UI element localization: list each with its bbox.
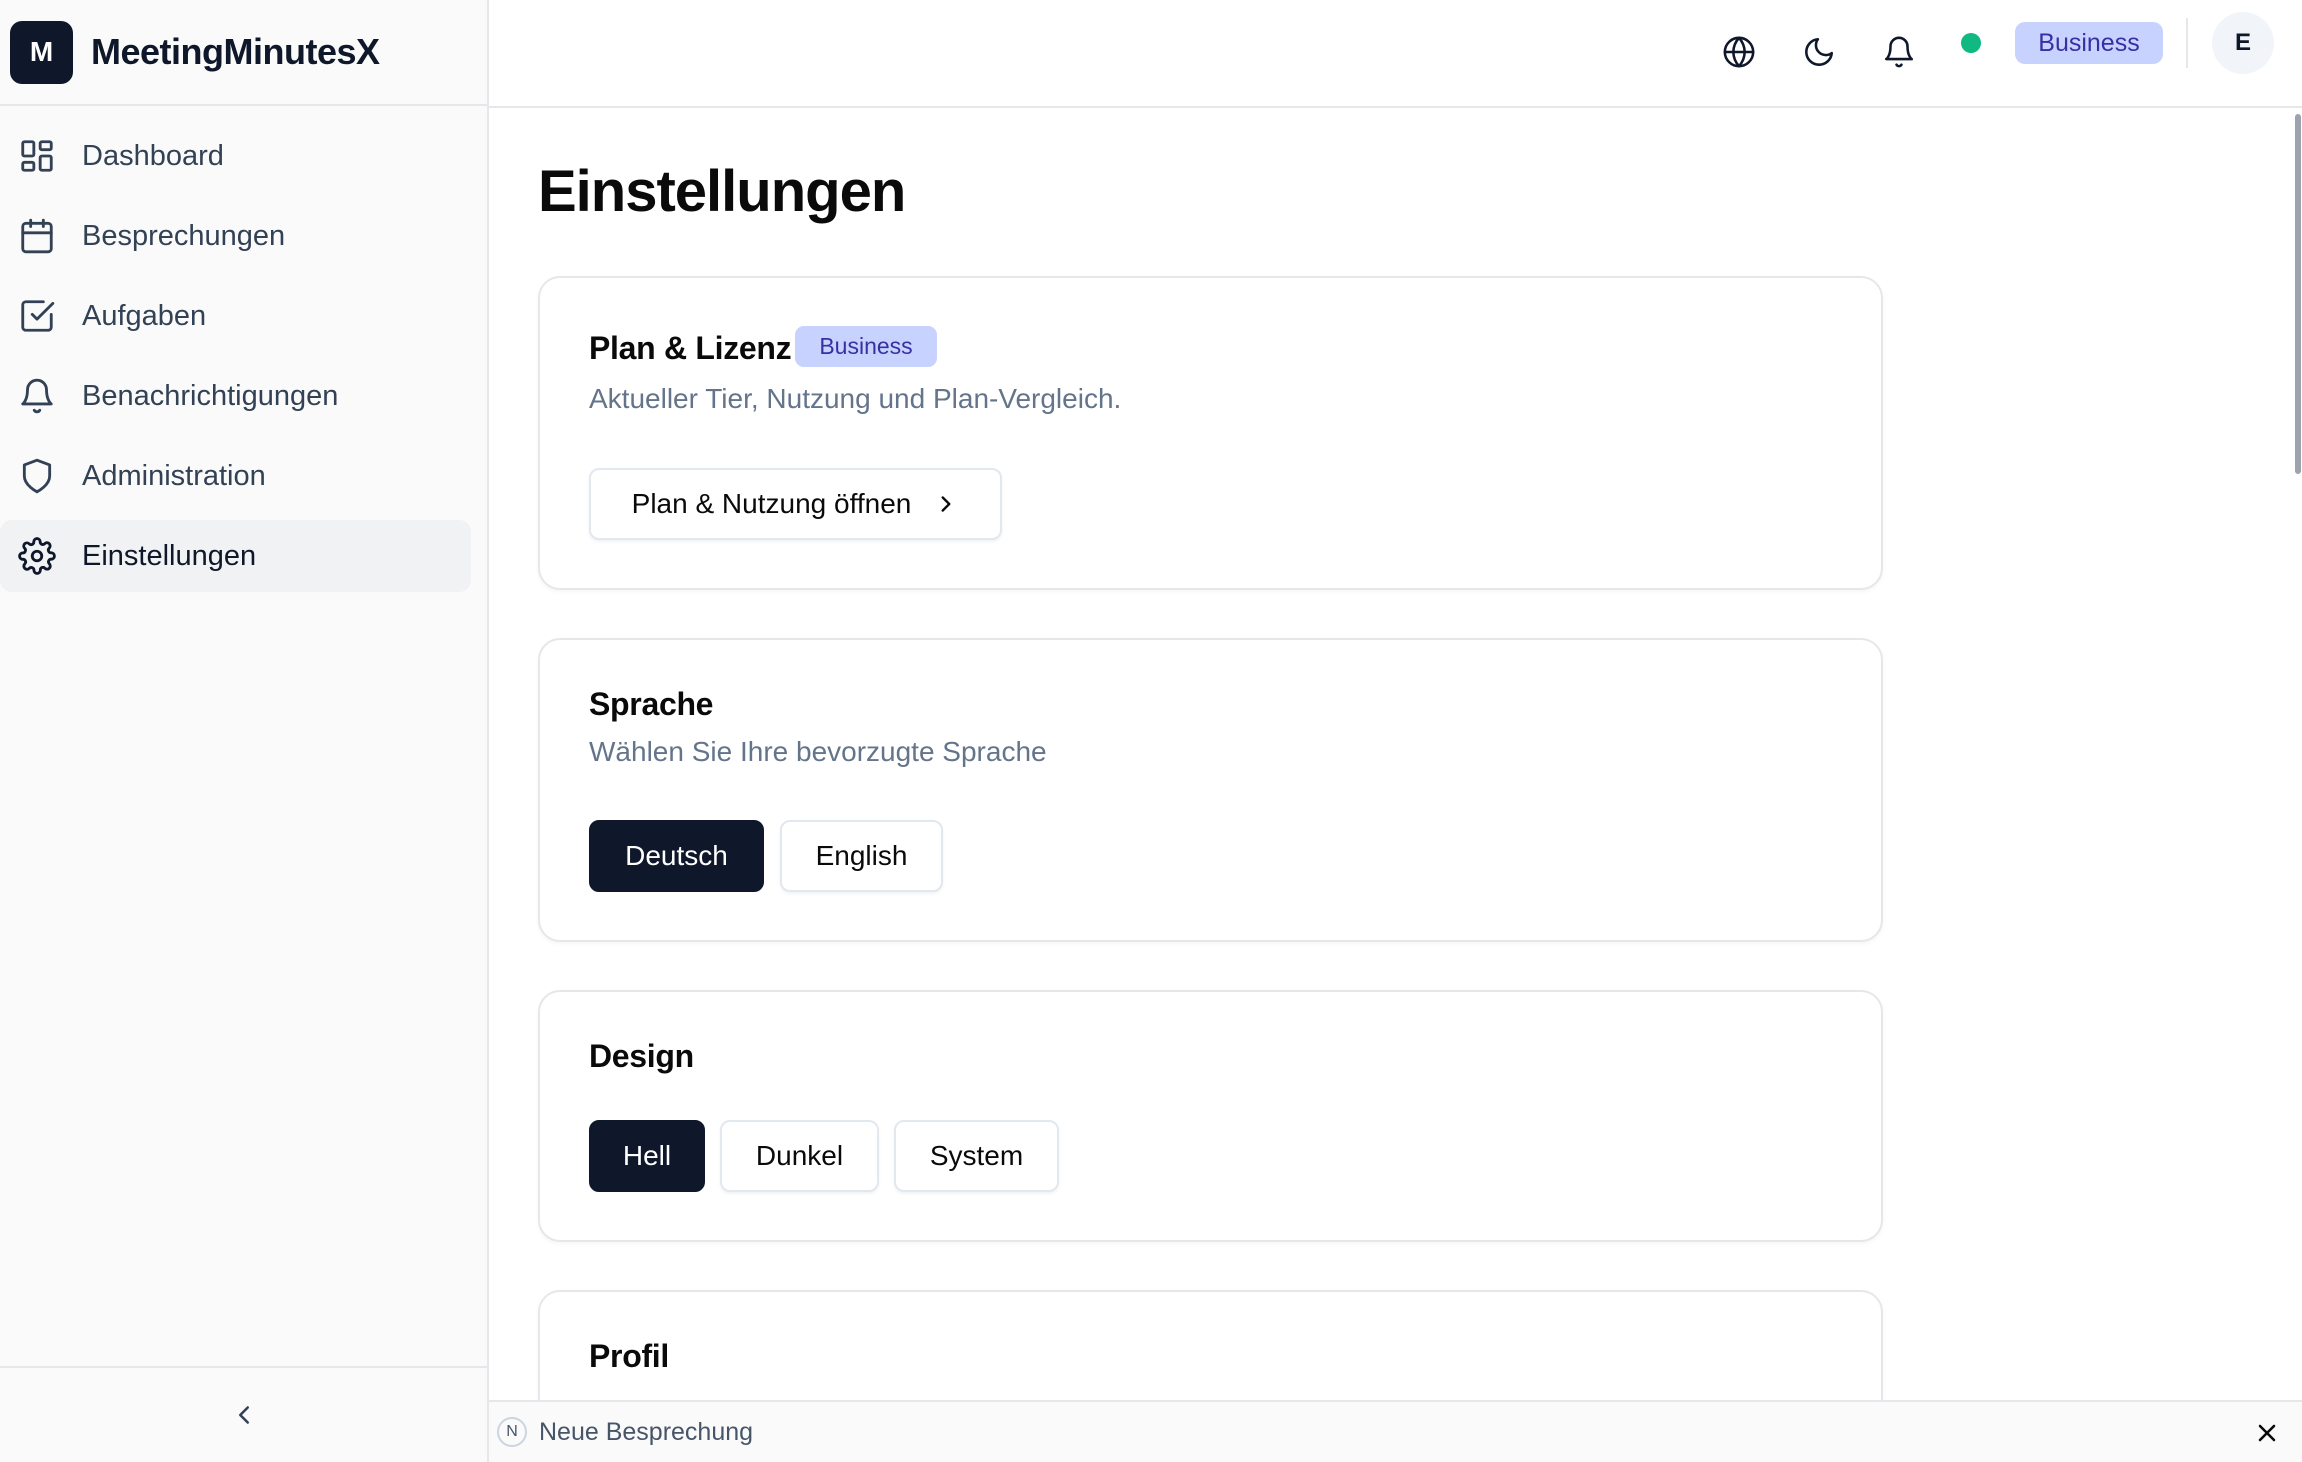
calendar-icon — [21, 218, 53, 254]
page-title: Einstellungen — [538, 159, 906, 224]
profile-card: Profil — [538, 1290, 1883, 1400]
language-card-title: Sprache — [589, 686, 714, 722]
theme-option-hell[interactable]: Hell — [589, 1120, 705, 1192]
theme-option-dunkel[interactable]: Dunkel — [720, 1120, 879, 1192]
tier-badge: Business — [795, 326, 937, 367]
check-square-icon — [21, 300, 55, 332]
sidebar-item-label: Administration — [82, 459, 266, 492]
app-name: MeetingMinutesX — [91, 31, 380, 72]
new-meeting-label[interactable]: Neue Besprechung — [539, 1418, 753, 1447]
header-divider — [2186, 18, 2188, 68]
sidebar-item-label: Besprechungen — [82, 219, 286, 252]
globe-icon — [1723, 36, 1755, 68]
shortcut-badge: N — [497, 1417, 527, 1447]
gear-icon — [18, 537, 56, 575]
top-header: Business E — [489, 0, 2302, 108]
sidebar-item-label: Aufgaben — [82, 299, 207, 332]
main-content: Einstellungen Plan & Lizenz Business Akt… — [489, 108, 2302, 1400]
design-card: Design Hell Dunkel System — [538, 990, 1883, 1242]
open-plan-usage-button[interactable]: Plan & Nutzung öffnen — [589, 468, 1002, 540]
close-button[interactable] — [2250, 1416, 2284, 1450]
close-icon — [2258, 1424, 2276, 1442]
sidebar-item-einstellungen[interactable]: Einstellungen — [0, 520, 471, 592]
design-card-title: Design — [589, 1038, 694, 1074]
scrollbar[interactable] — [2295, 114, 2301, 474]
brand-logo: M — [10, 20, 73, 84]
sidebar: M MeetingMinutesX Dashboard Besprechunge… — [0, 0, 489, 1462]
theme-option-system[interactable]: System — [894, 1120, 1059, 1192]
sidebar-item-benachrichtigungen[interactable]: Benachrichtigungen — [0, 360, 471, 432]
notifications-button[interactable] — [1871, 24, 1927, 80]
sidebar-nav: Dashboard Besprechungen Aufgaben Benachr… — [0, 120, 487, 600]
avatar[interactable]: E — [2212, 12, 2274, 74]
brand[interactable]: M MeetingMinutesX — [0, 0, 487, 106]
sidebar-footer — [0, 1366, 487, 1462]
layout-grid-icon — [21, 140, 53, 172]
plan-card-title: Plan & Lizenz — [589, 330, 792, 366]
chevron-right-icon — [941, 496, 951, 512]
sidebar-item-administration[interactable]: Administration — [0, 440, 471, 512]
plan-badge[interactable]: Business — [2015, 22, 2163, 64]
language-button[interactable] — [1711, 24, 1767, 80]
status-indicator — [1961, 33, 1981, 53]
bell-icon — [1884, 36, 1914, 68]
profile-card-title: Profil — [589, 1338, 669, 1374]
bell-icon — [21, 378, 53, 414]
plan-card-description: Aktueller Tier, Nutzung und Plan-Verglei… — [589, 383, 1122, 414]
theme-toggle-button[interactable] — [1791, 24, 1847, 80]
sidebar-item-label: Dashboard — [82, 139, 224, 172]
chevron-left-icon[interactable] — [229, 1400, 259, 1430]
language-option-deutsch[interactable]: Deutsch — [589, 820, 764, 892]
language-card-description: Wählen Sie Ihre bevorzugte Sprache — [589, 736, 1047, 767]
open-plan-usage-label: Plan & Nutzung öffnen — [631, 488, 912, 519]
plan-card: Plan & Lizenz Business Aktueller Tier, N… — [538, 276, 1883, 590]
bottom-bar: N Neue Besprechung — [489, 1400, 2302, 1462]
language-option-english[interactable]: English — [780, 820, 943, 892]
sidebar-item-label: Einstellungen — [82, 539, 257, 572]
language-card: Sprache Wählen Sie Ihre bevorzugte Sprac… — [538, 638, 1883, 942]
sidebar-item-dashboard[interactable]: Dashboard — [0, 120, 471, 192]
moon-icon — [1805, 37, 1834, 66]
sidebar-item-label: Benachrichtigungen — [82, 379, 339, 412]
sidebar-item-besprechungen[interactable]: Besprechungen — [0, 200, 471, 272]
shield-icon — [22, 458, 52, 494]
sidebar-item-aufgaben[interactable]: Aufgaben — [0, 280, 471, 352]
